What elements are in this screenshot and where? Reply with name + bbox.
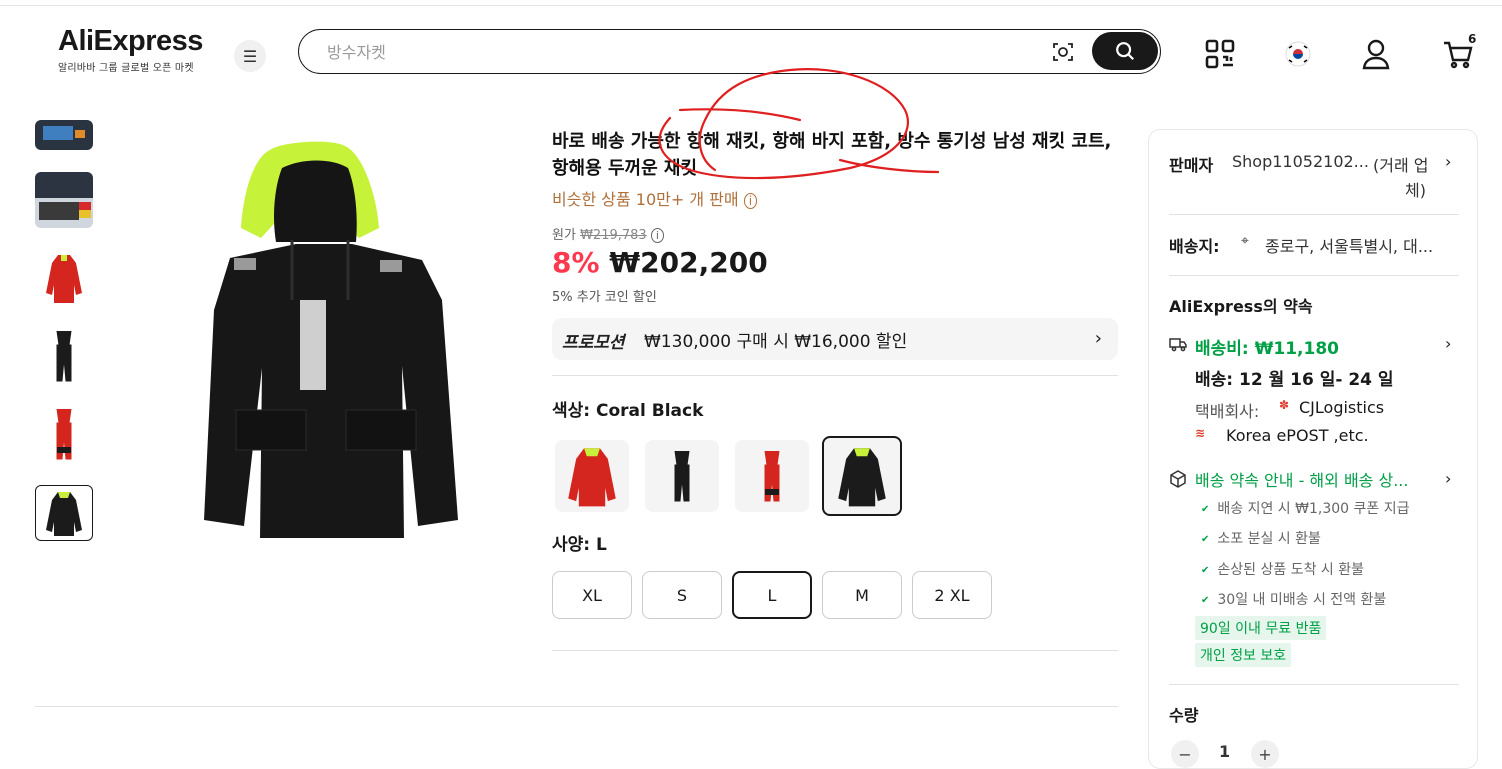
courier-2: Korea ePOST ,etc. [1226, 426, 1369, 445]
ship-to-label: 배송지: [1169, 237, 1220, 256]
coin-discount: 5% 추가 코인 할인 [552, 290, 657, 305]
quantity-decrease-button[interactable]: − [1171, 740, 1199, 768]
search-input[interactable] [327, 39, 1007, 65]
product-title: 바로 배송 가능한 항해 재킷, 항해 바지 포함, 방수 통기성 남성 재킷 … [552, 131, 1112, 179]
color-swatch-coral-black[interactable] [822, 436, 902, 516]
thumbnail-4[interactable] [35, 328, 93, 384]
cart-count-badge: 6 [1468, 32, 1477, 46]
size-option-l[interactable]: L [732, 571, 812, 619]
browser-top-edge [0, 0, 1502, 6]
promise-check-2: 소포 분실 시 환불 [1201, 528, 1321, 548]
size-label: 사양: L [552, 530, 607, 555]
promotion-banner[interactable]: 프로모션 ₩130,000 구매 시 ₩16,000 할인 › [552, 318, 1118, 360]
location-pin-icon: ⌖ [1241, 233, 1249, 249]
seller-name[interactable]: Shop11052102... [1232, 152, 1369, 171]
search-bar [298, 29, 1161, 74]
aliexpress-logo[interactable]: AliExpress 알리바바 그룹 글로벌 오픈 마켓 [58, 26, 203, 74]
promotion-text: ₩130,000 구매 시 ₩16,000 할인 [644, 332, 908, 352]
divider [552, 650, 1118, 651]
size-value: L [596, 535, 607, 555]
courier-label: 택배회사: [1195, 402, 1260, 421]
quantity-value[interactable]: 1 [1219, 742, 1230, 761]
size-option-2xl[interactable]: 2 XL [912, 571, 992, 619]
search-icon [1116, 42, 1135, 61]
cj-logistics-icon: ✽ [1279, 398, 1290, 412]
chevron-right-icon: › [1094, 328, 1102, 349]
thumbnail-6-selected[interactable] [35, 485, 93, 541]
color-label-text: 색상: [552, 401, 591, 421]
thumbnail-5[interactable] [35, 406, 93, 462]
main-product-image[interactable] [170, 130, 480, 550]
site-header: AliExpress 알리바바 그룹 글로벌 오픈 마켓 ☰ 방수자켓 6 [0, 8, 1502, 94]
qr-code-icon[interactable] [1202, 36, 1238, 72]
seller-label: 판매자 [1169, 156, 1214, 175]
promise-check-1: 배송 지연 시 ₩1,300 쿠폰 지급 [1201, 498, 1409, 518]
similar-sold-text: 비슷한 상품 10만+ 개 판매 [552, 190, 739, 209]
color-swatch-red-pants[interactable] [735, 440, 809, 512]
chevron-right-icon[interactable]: › [1445, 469, 1451, 488]
account-icon[interactable] [1358, 36, 1394, 72]
price-row: 8% ₩202,200 [552, 246, 768, 279]
divider [35, 706, 1118, 707]
quantity-increase-button[interactable]: + [1251, 740, 1279, 768]
search-button[interactable] [1092, 32, 1158, 70]
info-icon[interactable]: i [743, 193, 758, 209]
color-label: 색상: Coral Black [552, 396, 703, 421]
promotion-tag: 프로모션 [562, 333, 625, 353]
privacy-badge: 개인 정보 보호 [1195, 643, 1292, 667]
divider [552, 375, 1118, 376]
truck-icon [1169, 338, 1187, 352]
ship-to-address[interactable]: 종로구, 서울특별시, 대... [1265, 233, 1465, 257]
promise-check-3: 손상된 상품 도착 시 환불 [1201, 559, 1364, 579]
free-return-badge: 90일 이내 무료 반품 [1195, 616, 1327, 640]
original-price-row: 원가 ₩219,783 i [552, 224, 664, 243]
menu-icon[interactable]: ☰ [234, 40, 266, 72]
seller-note: (거래 업 [1373, 156, 1429, 175]
size-label-text: 사양: [552, 535, 591, 555]
chevron-right-icon[interactable]: › [1445, 334, 1451, 353]
logo-text: AliExpress [58, 25, 203, 57]
thumbnail-1[interactable] [35, 120, 93, 150]
original-price-label: 원가 [552, 228, 576, 243]
divider [1169, 214, 1459, 215]
korea-flag-icon[interactable] [1280, 36, 1316, 72]
shipping-fee: 배송비: ₩11,180 [1195, 339, 1339, 359]
quantity-label: 수량 [1169, 706, 1199, 725]
promise-check-4: 30일 내 미배송 시 전액 환불 [1201, 589, 1386, 609]
chevron-right-icon[interactable]: › [1445, 152, 1451, 171]
size-option-s[interactable]: S [642, 571, 722, 619]
color-swatch-black-pants[interactable] [645, 440, 719, 512]
divider [1169, 684, 1459, 685]
thumbnail-3[interactable] [35, 250, 93, 306]
courier-1: CJLogistics [1299, 398, 1385, 417]
divider [1169, 275, 1459, 276]
delivery-date: 배송: 12 월 16 일- 24 일 [1195, 370, 1394, 390]
discount-percent: 8% [552, 246, 600, 279]
size-option-xl[interactable]: XL [552, 571, 632, 619]
korea-post-icon: ≋ [1195, 426, 1206, 440]
seller-note-cont: 체) [1405, 181, 1426, 200]
current-price: ₩202,200 [609, 246, 768, 279]
color-value: Coral Black [596, 401, 704, 421]
color-swatch-red-jacket[interactable] [555, 440, 629, 512]
camera-search-icon[interactable] [1051, 40, 1075, 64]
similar-sold[interactable]: 비슷한 상품 10만+ 개 판매 i [552, 186, 758, 210]
thumbnail-2[interactable] [35, 172, 93, 228]
info-icon[interactable]: i [650, 228, 664, 243]
size-option-m[interactable]: M [822, 571, 902, 619]
package-icon [1170, 470, 1186, 488]
order-side-panel: 판매자 Shop11052102... (거래 업 체) › 배송지: ⌖ 종로… [1148, 129, 1478, 769]
original-price: ₩219,783 [580, 228, 647, 243]
logo-subtitle: 알리바바 그룹 글로벌 오픈 마켓 [58, 63, 194, 74]
promise-title: AliExpress의 약속 [1169, 297, 1313, 316]
shipping-guide[interactable]: 배송 약속 안내 - 해외 배송 상... [1195, 467, 1435, 491]
